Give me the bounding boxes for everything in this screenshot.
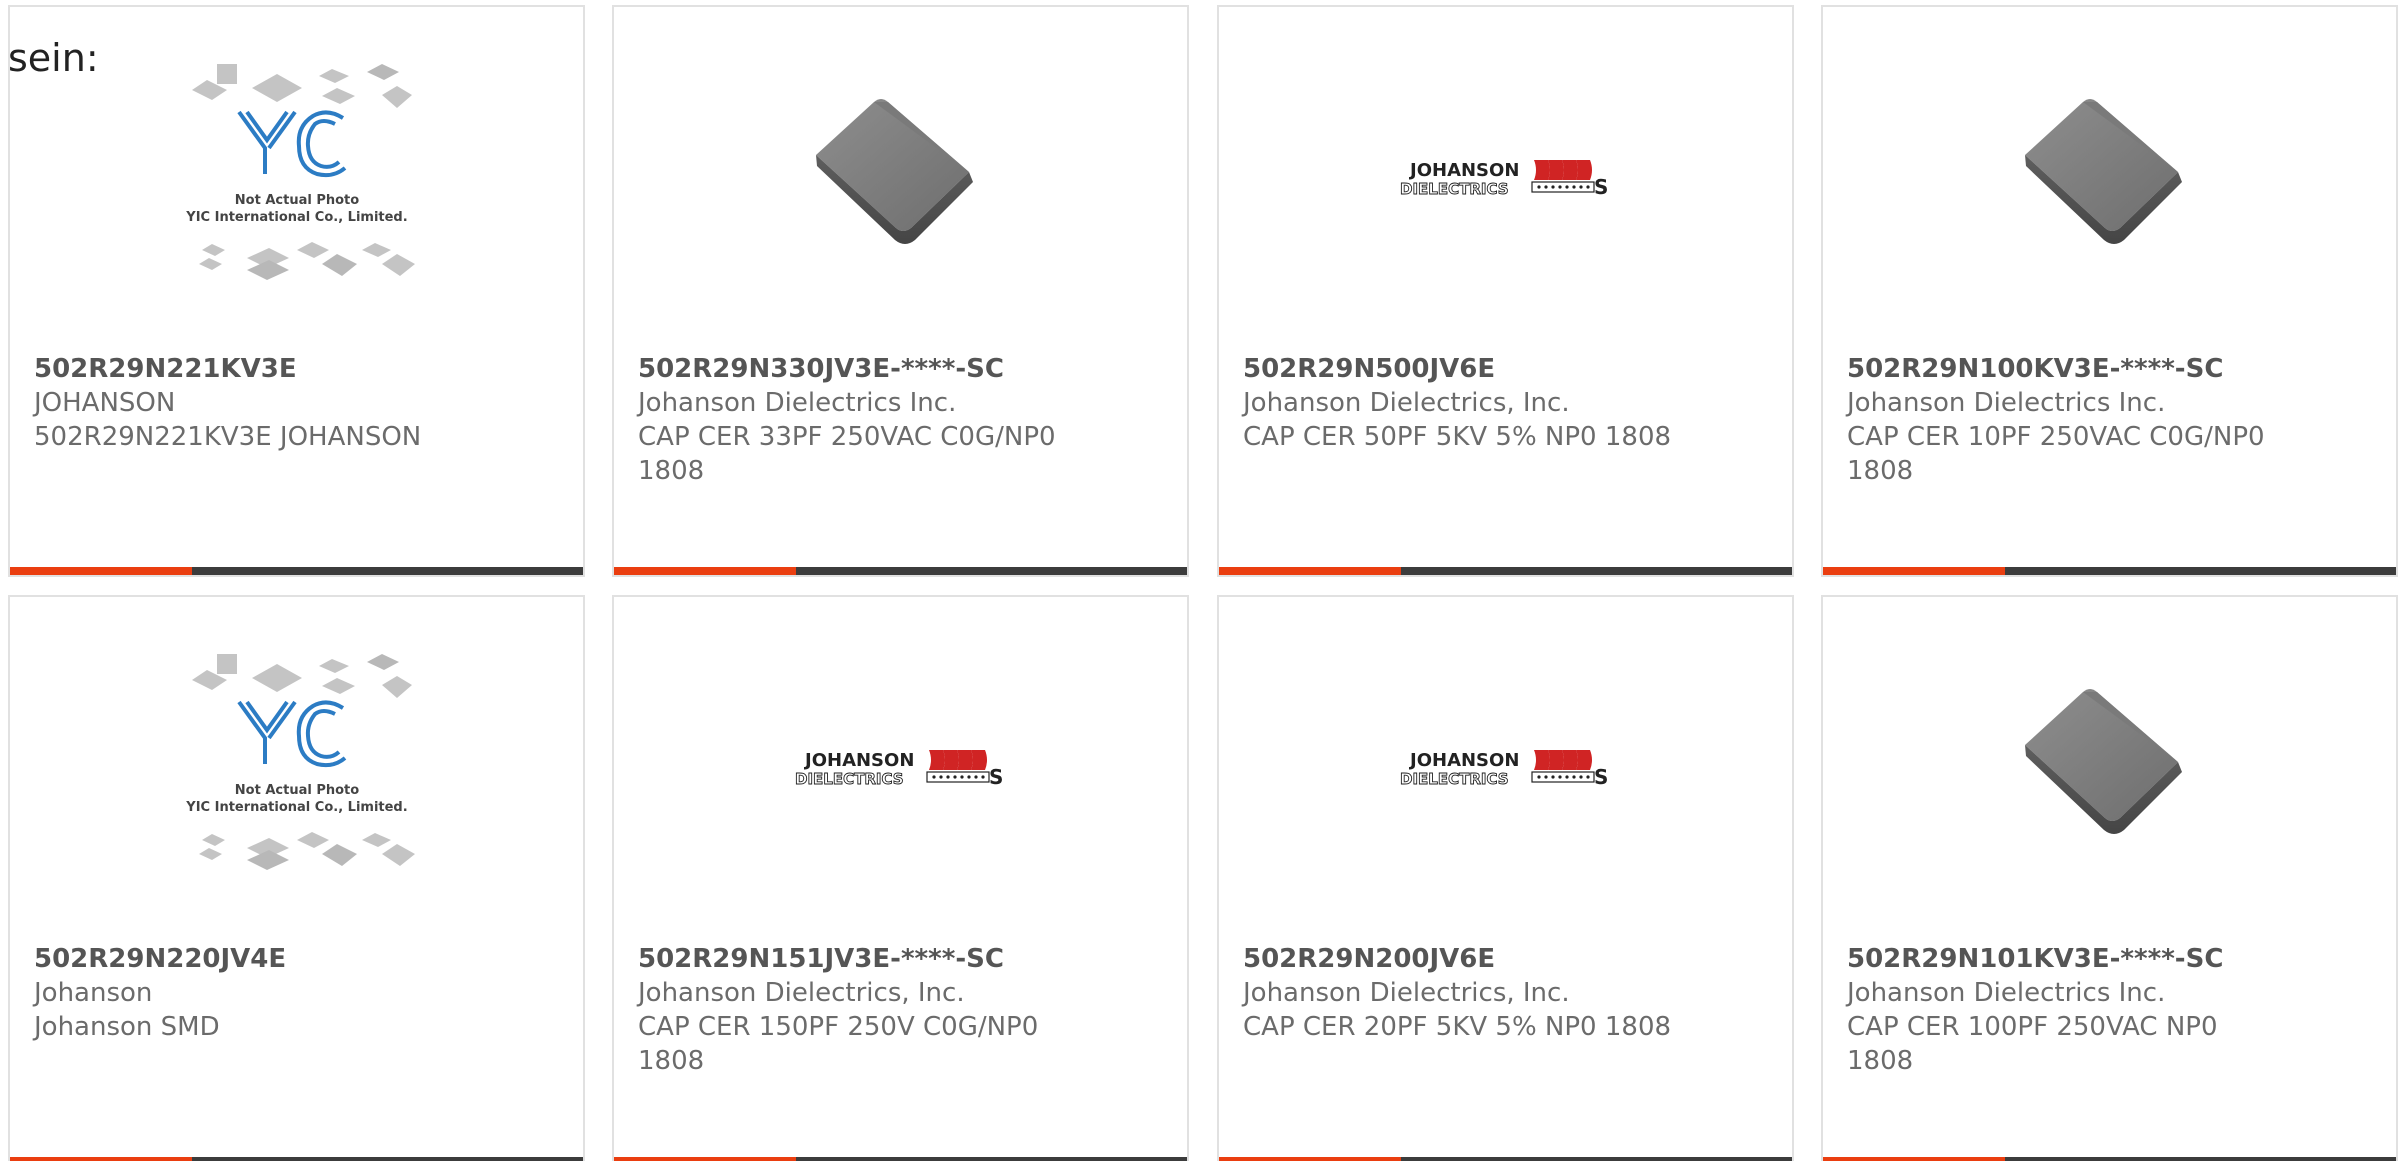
part-number[interactable]: 502R29N220JV4E <box>34 942 559 976</box>
product-card[interactable]: JOHANSON DIELECTRICS S 502R29N200JV6E Jo… <box>1217 595 1794 1161</box>
product-card[interactable]: Not Actual Photo YIC International Co., … <box>8 595 585 1161</box>
card-bottom-bar <box>10 1157 583 1161</box>
card-accent-bar <box>10 567 192 575</box>
ceramic-chip-image <box>815 98 973 244</box>
part-number[interactable]: 502R29N200JV6E <box>1243 942 1768 976</box>
product-description: Johanson SMD <box>34 1012 220 1042</box>
placeholder-line-1: Not Actual Photo <box>234 193 358 208</box>
product-image[interactable]: JOHANSON DIELECTRICS S <box>1219 7 1792 352</box>
product-image[interactable] <box>614 7 1187 352</box>
johanson-logo-image: JOHANSON DIELECTRICS S <box>1399 749 1608 789</box>
product-card[interactable]: 502R29N100KV3E-****-SC Johanson Dielectr… <box>1821 5 2398 577</box>
logo-line-2: DIELECTRICS <box>1400 180 1509 198</box>
logo-line-1: JOHANSON <box>1408 750 1519 771</box>
product-card[interactable]: Not Actual Photo YIC International Co., … <box>8 5 585 577</box>
manufacturer: Johanson Dielectrics Inc. <box>1847 978 2166 1008</box>
svg-text:S: S <box>1594 765 1608 789</box>
product-info: 502R29N100KV3E-****-SC Johanson Dielectr… <box>1847 352 2372 488</box>
logo-line-2: DIELECTRICS <box>795 770 904 788</box>
product-info: 502R29N221KV3E JOHANSON 502R29N221KV3E J… <box>34 352 559 454</box>
svg-text:S: S <box>989 765 1003 789</box>
card-bottom-bar <box>1823 567 2396 575</box>
placeholder-line-1: Not Actual Photo <box>234 783 358 798</box>
card-bottom-bar <box>614 1157 1187 1161</box>
yic-placeholder-image: Not Actual Photo YIC International Co., … <box>185 653 415 870</box>
product-info: 502R29N101KV3E-****-SC Johanson Dielectr… <box>1847 942 2372 1078</box>
svg-text:S: S <box>1594 175 1608 199</box>
product-image[interactable]: Not Actual Photo YIC International Co., … <box>10 597 583 942</box>
part-number[interactable]: 502R29N500JV6E <box>1243 352 1768 386</box>
logo-line-1: JOHANSON <box>803 750 914 771</box>
logo-line-2: DIELECTRICS <box>1400 770 1509 788</box>
product-image[interactable] <box>1823 7 2396 352</box>
card-accent-bar <box>614 567 796 575</box>
card-bottom-bar <box>1219 567 1792 575</box>
part-number[interactable]: 502R29N221KV3E <box>34 352 559 386</box>
johanson-logo-image: JOHANSON DIELECTRICS S <box>1399 159 1608 199</box>
johanson-logo-image: JOHANSON DIELECTRICS S <box>794 749 1003 789</box>
card-bottom-bar <box>1823 1157 2396 1161</box>
product-description: CAP CER 33PF 250VAC C0G/NP0 1808 <box>638 422 1056 486</box>
manufacturer: Johanson Dielectrics, Inc. <box>1243 978 1570 1008</box>
product-info: 502R29N500JV6E Johanson Dielectrics, Inc… <box>1243 352 1768 454</box>
part-number[interactable]: 502R29N101KV3E-****-SC <box>1847 942 2372 976</box>
product-description: CAP CER 100PF 250VAC NP0 1808 <box>1847 1012 2218 1076</box>
ceramic-chip-image <box>2024 98 2182 244</box>
part-number[interactable]: 502R29N100KV3E-****-SC <box>1847 352 2372 386</box>
product-card[interactable]: JOHANSON DIELECTRICS S 502R29N500JV6E Jo… <box>1217 5 1794 577</box>
yic-placeholder-image: Not Actual Photo YIC International Co., … <box>185 63 415 280</box>
placeholder-line-2: YIC International Co., Limited. <box>185 800 407 815</box>
card-bottom-bar <box>10 567 583 575</box>
product-grid-page: sein: Not Actual Photo YIC International <box>0 0 2400 1161</box>
logo-line-1: JOHANSON <box>1408 160 1519 181</box>
card-accent-bar <box>1823 1157 2005 1161</box>
product-description: CAP CER 20PF 5KV 5% NP0 1808 <box>1243 1012 1672 1042</box>
intro-text: sein: <box>8 36 99 80</box>
product-info: 502R29N200JV6E Johanson Dielectrics, Inc… <box>1243 942 1768 1044</box>
card-accent-bar <box>614 1157 796 1161</box>
product-info: 502R29N151JV3E-****-SC Johanson Dielectr… <box>638 942 1163 1078</box>
card-accent-bar <box>1219 567 1401 575</box>
product-card[interactable]: JOHANSON DIELECTRICS S 502R29N151JV3E-**… <box>612 595 1189 1161</box>
manufacturer: Johanson Dielectrics Inc. <box>638 388 957 418</box>
product-image[interactable]: JOHANSON DIELECTRICS S <box>614 597 1187 942</box>
product-image[interactable]: JOHANSON DIELECTRICS S <box>1219 597 1792 942</box>
product-card[interactable]: 502R29N330JV3E-****-SC Johanson Dielectr… <box>612 5 1189 577</box>
card-accent-bar <box>10 1157 192 1161</box>
manufacturer: JOHANSON <box>34 388 176 418</box>
product-description: CAP CER 10PF 250VAC C0G/NP0 1808 <box>1847 422 2265 486</box>
manufacturer: Johanson <box>34 978 153 1008</box>
product-card[interactable]: 502R29N101KV3E-****-SC Johanson Dielectr… <box>1821 595 2398 1161</box>
ceramic-chip-image <box>2024 688 2182 834</box>
product-description: CAP CER 50PF 5KV 5% NP0 1808 <box>1243 422 1672 452</box>
product-info: 502R29N330JV3E-****-SC Johanson Dielectr… <box>638 352 1163 488</box>
card-accent-bar <box>1823 567 2005 575</box>
card-accent-bar <box>1219 1157 1401 1161</box>
card-bottom-bar <box>614 567 1187 575</box>
product-image[interactable] <box>1823 597 2396 942</box>
manufacturer: Johanson Dielectrics, Inc. <box>638 978 965 1008</box>
manufacturer: Johanson Dielectrics, Inc. <box>1243 388 1570 418</box>
product-description: CAP CER 150PF 250V C0G/NP0 1808 <box>638 1012 1039 1076</box>
part-number[interactable]: 502R29N151JV3E-****-SC <box>638 942 1163 976</box>
card-bottom-bar <box>1219 1157 1792 1161</box>
placeholder-line-2: YIC International Co., Limited. <box>185 210 407 225</box>
product-info: 502R29N220JV4E Johanson Johanson SMD <box>34 942 559 1044</box>
manufacturer: Johanson Dielectrics Inc. <box>1847 388 2166 418</box>
part-number[interactable]: 502R29N330JV3E-****-SC <box>638 352 1163 386</box>
product-description: 502R29N221KV3E JOHANSON <box>34 422 422 452</box>
